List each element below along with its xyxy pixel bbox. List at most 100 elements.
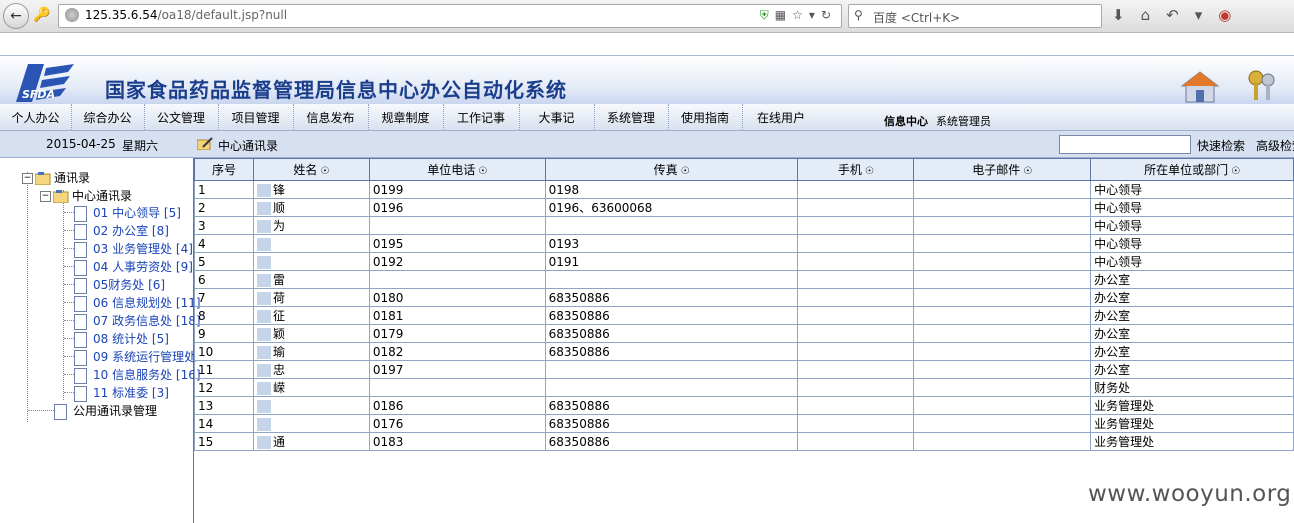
reload-icon[interactable]: ↻ [821,8,837,22]
tree-leaf[interactable]: 04 人事劳资处 [9] [74,258,193,276]
tree-leaf[interactable]: 08 统计处 [5] [74,330,169,348]
cell-name[interactable]: 顺 [252,198,370,217]
cell-email [913,216,1092,235]
star-icon[interactable]: ☆ [792,8,809,22]
tree-root[interactable]: − 通讯录 [22,169,90,186]
nav-general[interactable]: 综合办公 [71,104,145,130]
col-header-no[interactable]: 序号 [194,158,254,181]
tree-leaf[interactable]: 02 办公室 [8] [74,222,169,240]
nav-rules[interactable]: 规章制度 [368,104,444,130]
quick-search-button[interactable]: 快速检索 [1197,137,1245,154]
nav-events[interactable]: 大事记 [519,104,595,130]
key-icon[interactable]: 🔑 [33,7,50,23]
redaction-mark [256,328,271,341]
cell-no: 9 [194,324,254,343]
tree-leaf[interactable]: 11 标准委 [3] [74,384,169,402]
home-icon[interactable] [1180,70,1220,104]
col-header-mobile[interactable]: 手机 ☉ [797,158,915,181]
table-row[interactable]: 11 忠 0197 办公室 [194,360,1294,379]
tree-leaf[interactable]: 03 业务管理处 [4] [74,240,193,258]
back-button[interactable]: ← [3,3,29,29]
cell-tel: 0197 [368,360,546,379]
nav-projects[interactable]: 项目管理 [218,104,294,130]
cell-name[interactable]: 征 [252,306,370,325]
cell-name[interactable]: 瑜 [252,342,370,361]
table-row[interactable]: 15 通 0183 68350886 业务管理处 [194,432,1294,451]
nav-online-users[interactable]: 在线用户 [742,104,820,130]
tree-leaf[interactable]: 01 中心领导 [5] [74,204,181,222]
table-row[interactable]: 5 0192 0191 中心领导 [194,252,1294,271]
col-header-name[interactable]: 姓名 ☉ [252,158,370,181]
browser-toolbar: ← 🔑 125.35.6.54/oa18/default.jsp?null ⛨▦… [0,0,1294,33]
addon-icon[interactable]: ◉ [1218,6,1231,24]
table-row[interactable]: 7 荷 0180 68350886 办公室 [194,288,1294,307]
cell-name[interactable]: 嵘 [252,378,370,397]
cell-name[interactable] [252,396,370,415]
qr-icon[interactable]: ▦ [775,8,792,22]
sort-icon[interactable]: ☉ [320,166,329,177]
cell-name[interactable]: 雷 [252,270,370,289]
cell-name[interactable] [252,414,370,433]
url-text[interactable]: 125.35.6.54/oa18/default.jsp?null [85,8,287,22]
sort-icon[interactable]: ☉ [478,166,487,177]
cell-name[interactable]: 荷 [252,288,370,307]
sort-icon[interactable]: ☉ [681,166,690,177]
tree-public[interactable]: 公用通讯录管理 [54,402,157,420]
menu-dropdown-icon[interactable]: ▾ [1195,6,1203,24]
advanced-search-link[interactable]: 高级检索 [1256,137,1294,154]
app-title: 国家食品药品监督管理局信息中心办公自动化系统 [105,78,567,102]
nav-system[interactable]: 系统管理 [594,104,669,130]
nav-personal[interactable]: 个人办公 [0,104,72,130]
table-row[interactable]: 4 0195 0193 中心领导 [194,234,1294,253]
sort-icon[interactable]: ☉ [1023,166,1032,177]
collapse-icon[interactable]: − [40,191,51,202]
redaction-mark [256,382,271,395]
table-row[interactable]: 13 0186 68350886 业务管理处 [194,396,1294,415]
keys-icon[interactable] [1244,68,1280,104]
shield-icon[interactable]: ⛨ [760,8,775,22]
collapse-icon[interactable]: − [22,173,33,184]
download-icon[interactable]: ⬇ [1112,6,1125,24]
quick-search-input[interactable] [1059,135,1191,154]
col-header-email[interactable]: 电子邮件 ☉ [913,158,1092,181]
home-button-icon[interactable]: ⌂ [1141,6,1151,24]
cell-name[interactable] [252,252,370,271]
tree-leaf[interactable]: 07 政务信息处 [18] [74,312,201,330]
cell-mobile [797,378,915,397]
table-row[interactable]: 10 瑜 0182 68350886 办公室 [194,342,1294,361]
nav-documents[interactable]: 公文管理 [144,104,219,130]
table-row[interactable]: 2 顺 0196 0196、63600068 中心领导 [194,198,1294,217]
cell-name[interactable]: 忠 [252,360,370,379]
table-row[interactable]: 9 颖 0179 68350886 办公室 [194,324,1294,343]
tree-leaf[interactable]: 10 信息服务处 [16] [74,366,201,384]
nav-publish[interactable]: 信息发布 [293,104,369,130]
cell-name[interactable]: 颖 [252,324,370,343]
dropdown-icon[interactable]: ▾ [809,8,821,22]
browser-search-box[interactable]: ⚲ 百度 <Ctrl+K> [848,4,1102,28]
sort-icon[interactable]: ☉ [1231,166,1240,177]
tree-leaf[interactable]: 06 信息规划处 [11] [74,294,201,312]
nav-worklog[interactable]: 工作记事 [443,104,520,130]
table-row[interactable]: 8 征 0181 68350886 办公室 [194,306,1294,325]
tree-leaf[interactable]: 05财务处 [6] [74,276,165,294]
table-row[interactable]: 6 雷 办公室 [194,270,1294,289]
tree-branch [64,374,74,375]
col-header-dept[interactable]: 所在单位或部门 ☉ [1090,158,1294,181]
cell-no: 1 [194,180,254,199]
cell-name[interactable]: 锋 [252,180,370,199]
table-row[interactable]: 1 锋 0199 0198 中心领导 [194,180,1294,199]
table-row[interactable]: 12 嵘 财务处 [194,378,1294,397]
undo-icon[interactable]: ↶ [1166,6,1179,24]
cell-name[interactable] [252,234,370,253]
table-row[interactable]: 3 为 中心领导 [194,216,1294,235]
col-header-tel[interactable]: 单位电话 ☉ [368,158,546,181]
tree-leaf[interactable]: 09 系统运行管理处 [74,348,196,366]
nav-guide[interactable]: 使用指南 [668,104,743,130]
col-header-fax[interactable]: 传真 ☉ [544,158,799,181]
sort-icon[interactable]: ☉ [865,166,874,177]
tree-center[interactable]: − 中心通讯录 [40,187,132,204]
address-bar[interactable]: 125.35.6.54/oa18/default.jsp?null ⛨▦☆▾↻ [58,4,842,28]
table-row[interactable]: 14 0176 68350886 业务管理处 [194,414,1294,433]
cell-name[interactable]: 通 [252,432,370,451]
cell-name[interactable]: 为 [252,216,370,235]
